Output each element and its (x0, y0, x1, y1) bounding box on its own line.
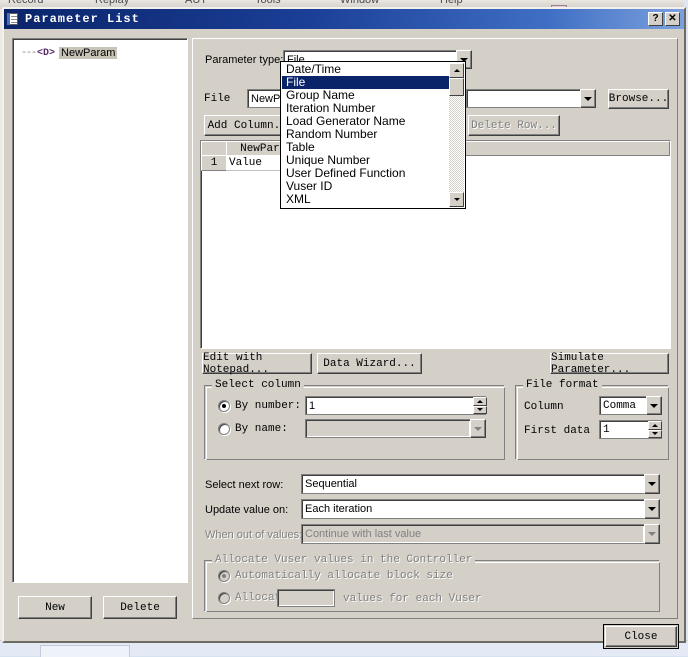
parameter-list-dialog: Parameter List ? ✕ --- <D> NewParam New … (2, 7, 686, 649)
allocate-amount-field (277, 589, 335, 607)
chevron-down-icon (644, 524, 660, 544)
parameter-type-label: Parameter type: (205, 54, 284, 66)
allocate-vuser-group-title: Allocate Vuser values in the Controller (212, 554, 476, 566)
scrollbar-track[interactable] (449, 96, 464, 192)
simulate-parameter-button[interactable]: Simulate Parameter... (550, 352, 669, 376)
edit-with-notepad-button[interactable]: Edit with Notepad... (202, 352, 312, 376)
close-button-default-frame: Close (603, 624, 679, 649)
file-path-combo[interactable] (466, 89, 596, 108)
radio-indicator-icon (218, 570, 230, 582)
dropdown-option-xml[interactable]: XML (282, 193, 449, 206)
file-format-group-title: File format (523, 379, 602, 391)
bg-menu-window[interactable]: Window (340, 0, 379, 6)
update-value-on-combo[interactable]: Each iteration (301, 499, 660, 519)
column-label: Column (524, 401, 564, 413)
spinner-up-icon[interactable] (473, 397, 487, 406)
dropdown-option-date-time[interactable]: Date/Time (282, 63, 449, 76)
first-data-label: First data (524, 425, 591, 437)
bg-menu-record[interactable]: Record (8, 0, 43, 6)
select-column-group-title: Select column (212, 379, 304, 391)
when-out-of-values-label: When out of values: (205, 529, 303, 541)
chevron-down-icon[interactable] (646, 396, 662, 415)
by-number-radio[interactable]: By number: (213, 400, 301, 412)
new-parameter-button[interactable]: New (18, 596, 92, 619)
dialog-title: Parameter List (25, 12, 140, 26)
scroll-down-icon[interactable] (449, 192, 464, 207)
scroll-up-icon[interactable] (449, 63, 464, 78)
by-name-value (305, 419, 471, 438)
spinner-down-icon[interactable] (473, 405, 487, 414)
parameter-type-dropdown-list[interactable]: Date/Time File Group Name Iteration Numb… (280, 61, 466, 209)
radio-indicator-icon (218, 400, 230, 412)
allocate-suffix-label: values for each Vuser (343, 593, 482, 605)
chevron-down-icon[interactable] (644, 499, 660, 519)
scrollbar-thumb[interactable] (449, 78, 464, 96)
bg-menu-tools[interactable]: Tools (255, 0, 281, 6)
auto-allocate-label: Automatically allocate block size (235, 570, 453, 582)
auto-allocate-radio: Automatically allocate block size (213, 570, 453, 582)
dropdown-scrollbar[interactable] (449, 63, 464, 207)
spinner-up-icon[interactable] (648, 421, 662, 430)
first-data-spinner[interactable] (648, 421, 662, 438)
grid-corner-header (201, 141, 227, 156)
delete-parameter-button[interactable]: Delete (103, 596, 177, 619)
spinner-down-icon[interactable] (648, 429, 662, 438)
radio-indicator-icon (218, 423, 230, 435)
update-value-on-value: Each iteration (301, 499, 645, 519)
when-out-of-values-value: Continue with last value (301, 524, 645, 544)
bg-menu-aut[interactable]: AUT (185, 0, 207, 6)
column-separator-value: Comma (599, 396, 647, 415)
bg-menu-replay[interactable]: Replay (95, 0, 129, 6)
file-label: File (204, 93, 231, 105)
tree-connector-icon: --- (21, 47, 37, 59)
by-name-radio[interactable]: By name: (213, 423, 288, 435)
by-number-spinner[interactable] (473, 397, 487, 414)
help-button[interactable]: ? (648, 12, 663, 26)
when-out-of-values-combo: Continue with last value (301, 524, 660, 544)
tree-item-label: NewParam (59, 47, 118, 59)
radio-indicator-icon (218, 592, 230, 604)
close-icon[interactable]: ✕ (665, 12, 680, 26)
select-next-row-label: Select next row: (205, 479, 284, 491)
chevron-down-icon[interactable] (580, 89, 596, 108)
document-icon (7, 12, 21, 26)
grid-row-header-1[interactable]: 1 (201, 155, 227, 171)
browse-button[interactable]: Browse... (608, 89, 669, 109)
by-name-label: By name: (235, 423, 288, 435)
close-button[interactable]: Close (605, 626, 677, 647)
tree-item-newparam[interactable]: --- <D> NewParam (21, 47, 118, 59)
background-tab-stub (40, 645, 130, 657)
parameter-tree-panel[interactable]: --- <D> NewParam (12, 38, 188, 583)
bg-menu-help[interactable]: Help (440, 0, 463, 6)
by-name-combo (305, 419, 486, 438)
column-separator-combo[interactable]: Comma (599, 396, 662, 415)
by-number-label: By number: (235, 400, 302, 412)
select-next-row-combo[interactable]: Sequential (301, 474, 660, 494)
select-next-row-value: Sequential (301, 474, 645, 494)
delete-row-button: Delete Row... (468, 115, 560, 136)
chevron-down-icon (470, 419, 486, 438)
data-wizard-button[interactable]: Data Wizard... (317, 353, 422, 374)
by-number-field[interactable]: 1 (305, 396, 486, 415)
update-value-on-label: Update value on: (205, 504, 289, 516)
chevron-down-icon[interactable] (644, 474, 660, 494)
tree-type-tag: <D> (37, 47, 56, 59)
dialog-title-bar[interactable]: Parameter List ? ✕ (4, 9, 684, 29)
dropdown-options-container: Date/Time File Group Name Iteration Numb… (282, 63, 449, 207)
file-path-value (466, 89, 581, 108)
